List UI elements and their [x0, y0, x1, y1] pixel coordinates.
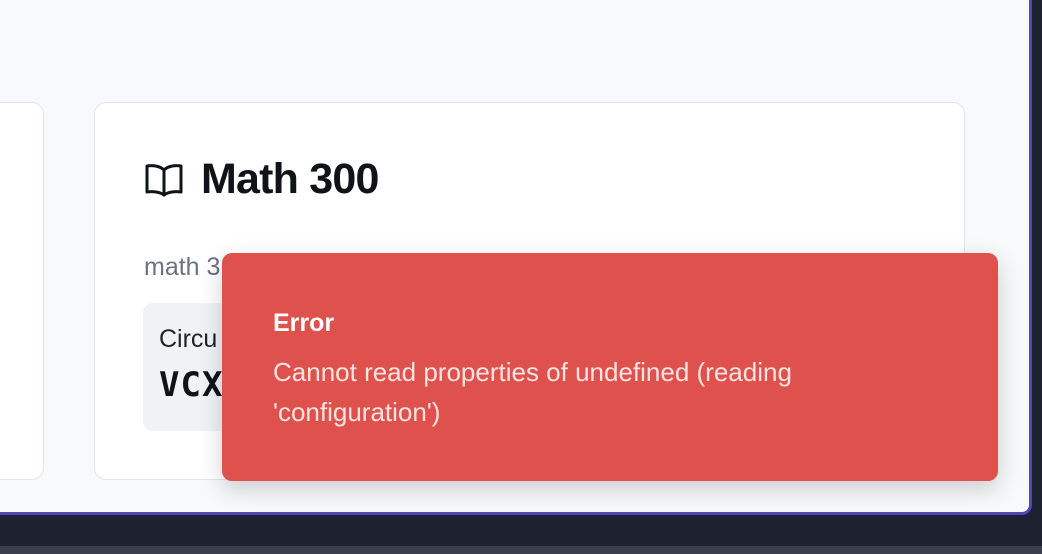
course-title: Math 300 [201, 155, 379, 203]
bottom-strip [0, 546, 1042, 554]
toast-message: Cannot read properties of undefined (rea… [273, 357, 792, 427]
error-toast[interactable]: Error Cannot read properties of undefine… [222, 253, 998, 481]
circuit-code-label: Circu [159, 325, 218, 353]
circuit-code-value: VCX [159, 365, 224, 405]
course-card-header: Math 300 [145, 155, 379, 204]
app-window: Math 300 math 3 Circu VCX Error Cannot r… [0, 0, 1032, 515]
toast-title: Error [273, 309, 335, 337]
course-card-previous[interactable] [0, 102, 44, 480]
course-subtitle: math 3 [144, 253, 221, 281]
book-open-icon [145, 162, 183, 198]
